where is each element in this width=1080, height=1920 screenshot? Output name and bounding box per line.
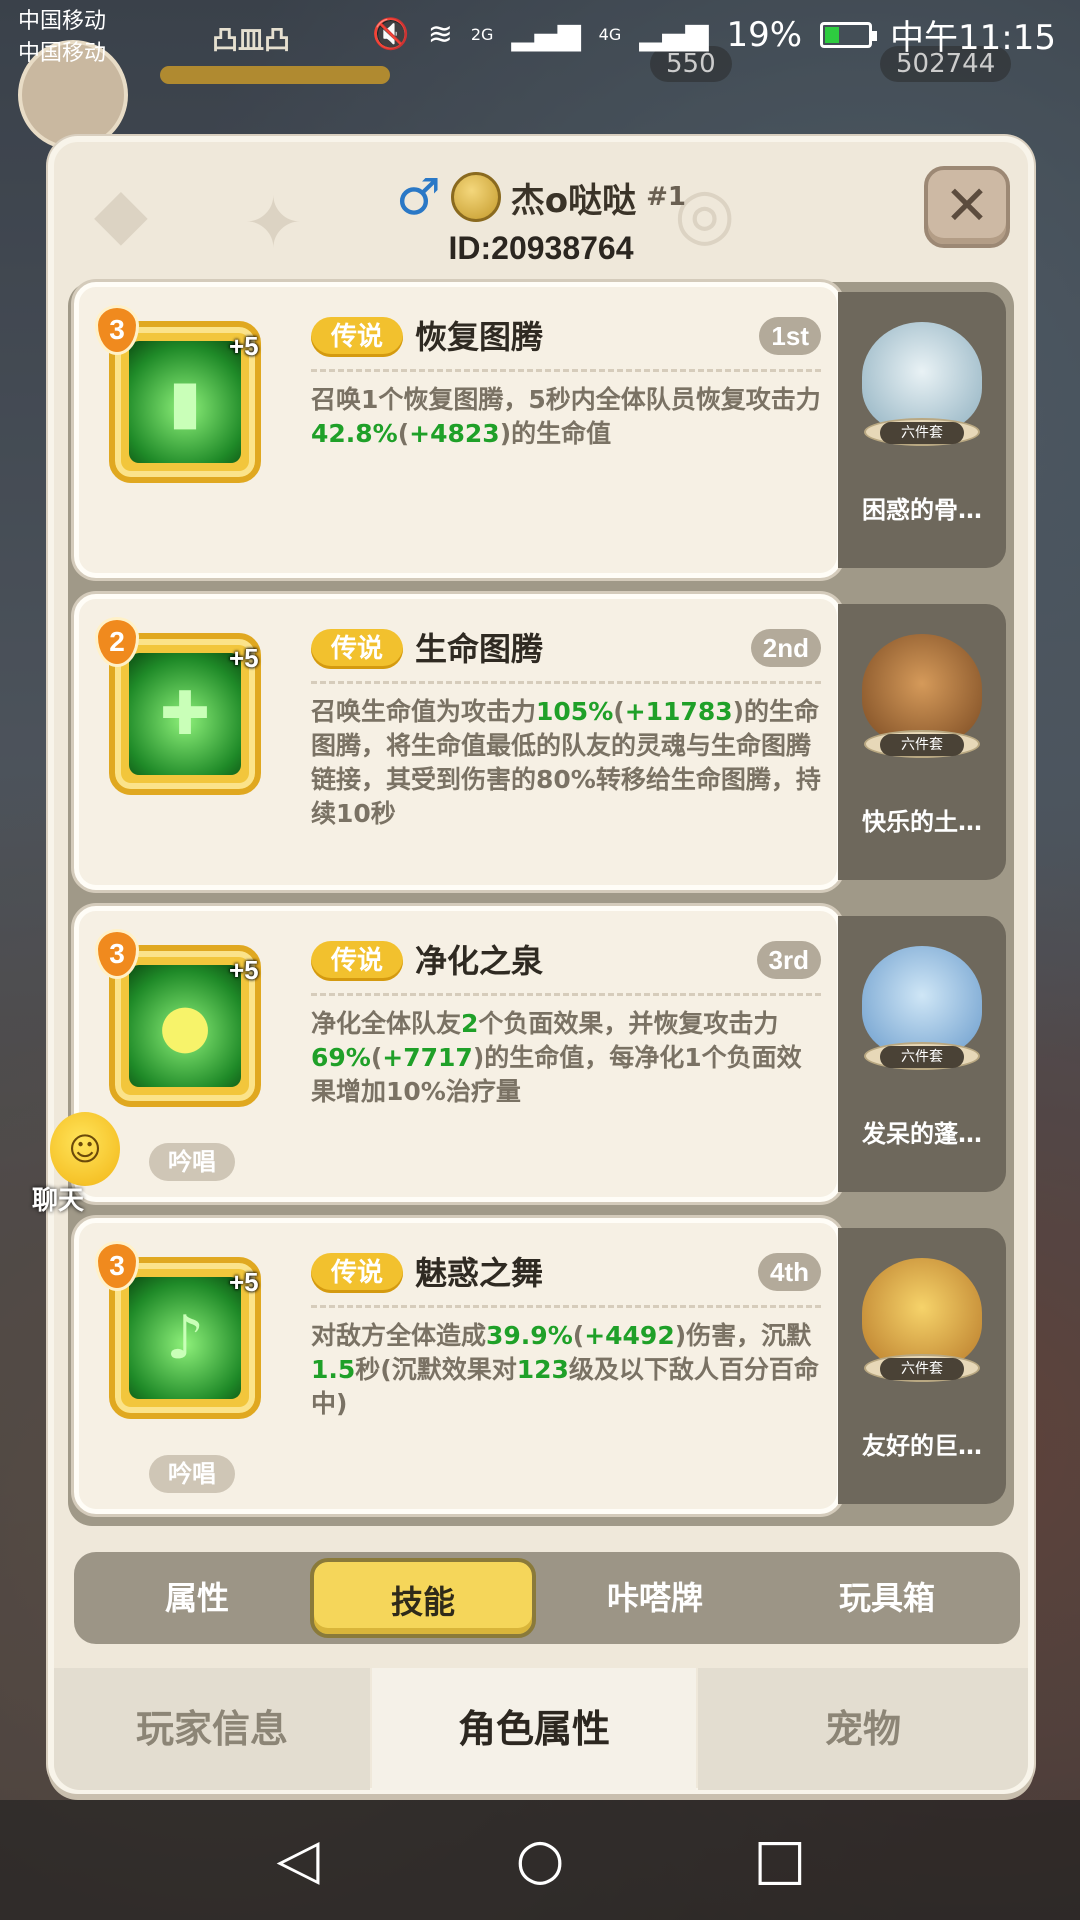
clock: 中午11:15 (890, 18, 1056, 58)
pet-name: 友好的巨… (862, 1432, 982, 1460)
divider (311, 1305, 821, 1308)
skill-description: 净化全体队友2个负面效果，并恢复攻击力69%(+7717)的生命值，每净化1个负… (311, 1009, 802, 1106)
skill-row[interactable]: ● 3 +5 传说 净化之泉 3rd 净化全体队友2个负面效果，并恢复攻击力69… (68, 906, 1014, 1202)
skill-order-badge: 1st (759, 317, 821, 355)
skill-order-badge: 2nd (750, 629, 821, 667)
skill-row[interactable]: ✚ 2 +5 传说 生命图腾 2nd 召唤生命值为攻击力105%(+11783)… (68, 594, 1014, 890)
rarity-badge: 传说 (311, 1253, 403, 1293)
battery-percent: 19% (726, 14, 803, 55)
tab-attributes[interactable]: 属性 (84, 1558, 310, 1638)
tab-cards[interactable]: 咔嗒牌 (542, 1558, 768, 1638)
tab-pets[interactable]: 宠物 (698, 1668, 1028, 1790)
skill-name: 恢复图腾 (415, 318, 544, 356)
player-name-row: ♂ 杰o哒哒 #1 (54, 168, 1028, 226)
skill-plus: +5 (229, 1267, 259, 1297)
tab-character-attributes[interactable]: 角色属性 (372, 1668, 696, 1790)
skill-name: 净化之泉 (415, 942, 544, 980)
life-totem-icon: ✚ (129, 653, 241, 775)
pet-figure (862, 322, 982, 432)
divider (311, 993, 821, 996)
pet-name: 快乐的土… (862, 808, 982, 836)
recents-icon[interactable]: □ (744, 1824, 816, 1896)
home-icon[interactable]: ○ (504, 1824, 576, 1896)
totem-icon: ▮ (129, 341, 241, 463)
skill-card[interactable]: ♪ 3 +5 传说 魅惑之舞 4th 对敌方全体造成39.9%(+4492)伤害… (74, 1218, 842, 1514)
pet-slot[interactable]: 六件套 快乐的土… (838, 604, 1006, 880)
chant-tag: 吟唱 (149, 1455, 235, 1493)
skill-card[interactable]: ▮ 3 +5 传说 恢复图腾 1st 召唤1个恢复图腾，5秒内全体队员恢复攻击力… (74, 282, 842, 578)
male-gender-icon: ♂ (395, 168, 441, 226)
pet-slot[interactable]: 六件套 发呆的蓬… (838, 916, 1006, 1192)
skill-row[interactable]: ♪ 3 +5 传说 魅惑之舞 4th 对敌方全体造成39.9%(+4492)伤害… (68, 1218, 1014, 1514)
rarity-badge: 传说 (311, 629, 403, 669)
player-name: 杰o哒哒 (510, 180, 637, 221)
pet-slot[interactable]: 六件套 困惑的骨… (838, 292, 1006, 568)
skills-panel[interactable]: ▮ 3 +5 传说 恢复图腾 1st 召唤1个恢复图腾，5秒内全体队员恢复攻击力… (68, 282, 1014, 1526)
back-icon[interactable]: ◁ (262, 1824, 334, 1896)
close-button[interactable]: ✕ (924, 166, 1010, 248)
chat-emoji-icon: ☺ (50, 1112, 120, 1186)
pet-name: 发呆的蓬… (862, 1120, 982, 1148)
tab-toybox[interactable]: 玩具箱 (774, 1558, 1000, 1638)
skill-row[interactable]: ▮ 3 +5 传说 恢复图腾 1st 召唤1个恢复图腾，5秒内全体队员恢复攻击力… (68, 282, 1014, 578)
skill-order-badge: 3rd (756, 941, 821, 979)
status-icons: 🔇 ≋ 2G ▂▄▆ 4G ▂▄▆ 19% 中午11:15 (372, 10, 1056, 59)
tab-skills[interactable]: 技能 (310, 1558, 536, 1638)
player-number: #1 (646, 182, 687, 212)
pet-name: 困惑的骨… (862, 496, 982, 524)
pet-set-label: 六件套 (880, 734, 964, 756)
skill-description: 召唤生命值为攻击力105%(+11783)的生命图腾，将生命值最低的队友的灵魂与… (311, 697, 821, 828)
pet-figure (862, 634, 982, 744)
close-icon: ✕ (944, 174, 990, 237)
player-info-modal: ◆ ✦ ◎ ♂ 杰o哒哒 #1 ID:20938764 ✕ ▮ 3 +5 传说 … (48, 136, 1034, 1794)
chant-tag: 吟唱 (149, 1143, 235, 1181)
player-header: ♂ 杰o哒哒 #1 ID:20938764 (54, 168, 1028, 267)
skill-plus: +5 (229, 643, 259, 673)
battery-icon (820, 21, 878, 48)
pet-figure (862, 946, 982, 1056)
navigation-bar: ◁ ○ □ (0, 1800, 1080, 1920)
rarity-badge: 传说 (311, 317, 403, 357)
dance-icon: ♪ (129, 1277, 241, 1399)
skill-name: 生命图腾 (415, 630, 544, 668)
player-id: ID:20938764 (448, 230, 634, 266)
pet-set-label: 六件套 (880, 1046, 964, 1068)
spring-icon: ● (129, 965, 241, 1087)
pet-set-label: 六件套 (880, 422, 964, 444)
tab-player-info[interactable]: 玩家信息 (54, 1668, 370, 1790)
skill-plus: +5 (229, 331, 259, 361)
divider (311, 369, 821, 372)
pet-slot[interactable]: 六件套 友好的巨… (838, 1228, 1006, 1504)
carrier-2: 中国移动 (18, 41, 107, 66)
skill-card[interactable]: ● 3 +5 传说 净化之泉 3rd 净化全体队友2个负面效果，并恢复攻击力69… (74, 906, 842, 1202)
network-2-label: 4G (598, 25, 622, 44)
signal-1-icon: ▂▄▆ (511, 17, 581, 52)
divider (311, 681, 821, 684)
skill-name: 魅惑之舞 (415, 1254, 544, 1292)
rarity-badge: 传说 (311, 941, 403, 981)
status-bar: 中国移动 中国移动 🔇 ≋ 2G ▂▄▆ 4G ▂▄▆ 19% 中午11:15 (0, 0, 1080, 72)
pet-figure (862, 1258, 982, 1368)
chat-button[interactable]: ☺ 聊天 (14, 1112, 124, 1216)
mute-icon: 🔇 (372, 17, 410, 52)
network-1-label: 2G (470, 25, 494, 44)
rank-badge-icon (450, 172, 501, 222)
wifi-icon: ≋ (427, 17, 453, 52)
chat-label: 聊天 (32, 1186, 85, 1216)
skill-card[interactable]: ✚ 2 +5 传说 生命图腾 2nd 召唤生命值为攻击力105%(+11783)… (74, 594, 842, 890)
inner-tab-bar: 属性 技能 咔嗒牌 玩具箱 (74, 1552, 1020, 1644)
pet-set-label: 六件套 (880, 1358, 964, 1380)
carrier-1: 中国移动 (18, 9, 107, 34)
signal-2-icon: ▂▄▆ (639, 17, 709, 52)
skill-description: 对敌方全体造成39.9%(+4492)伤害，沉默1.5秒(沉默效果对123级及以… (311, 1321, 819, 1418)
skill-description: 召唤1个恢复图腾，5秒内全体队员恢复攻击力42.8%(+4823)的生命值 (311, 385, 821, 448)
skill-plus: +5 (229, 955, 259, 985)
carrier-labels: 中国移动 中国移动 (18, 6, 106, 70)
bottom-tab-bar: 玩家信息 角色属性 宠物 (54, 1668, 1028, 1790)
skill-order-badge: 4th (758, 1253, 821, 1291)
